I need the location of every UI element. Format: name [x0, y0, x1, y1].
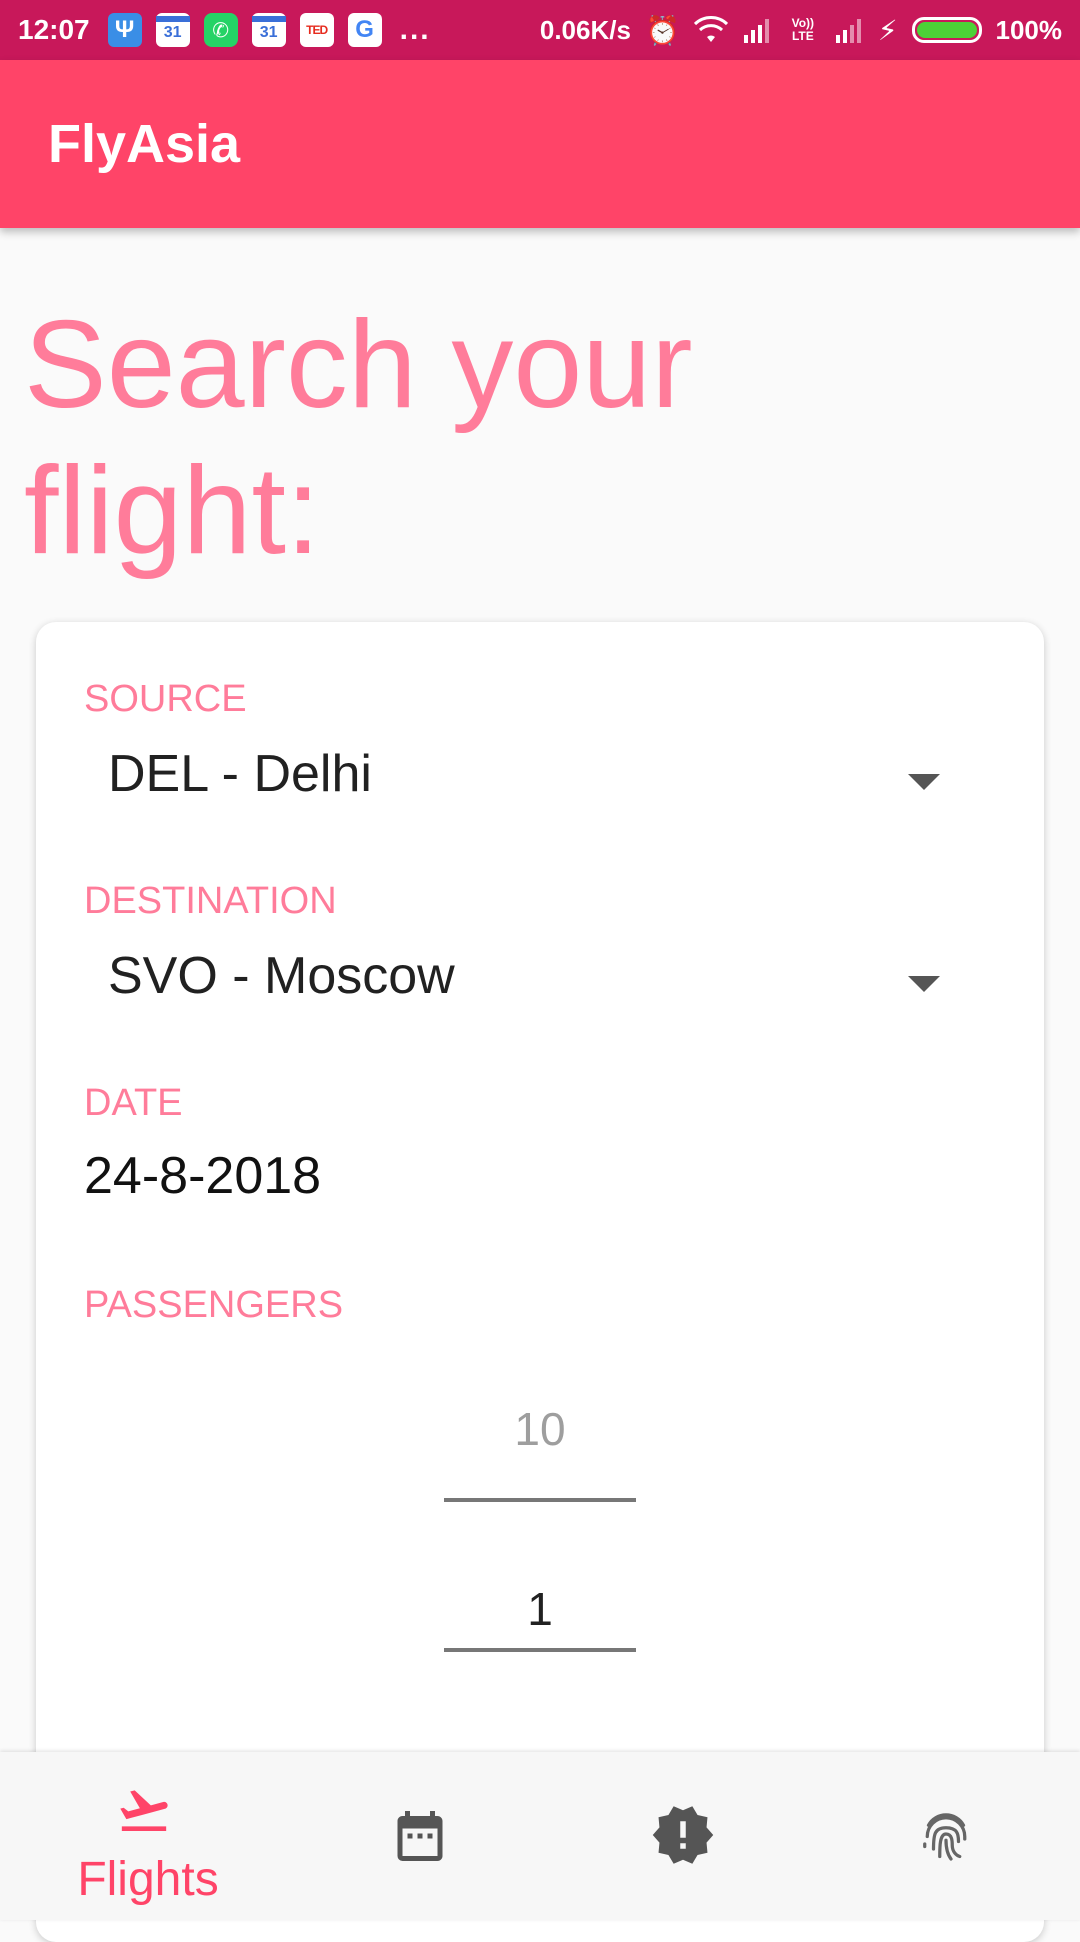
- nav-item-fingerprint[interactable]: [810, 1752, 1080, 1920]
- nav-item-alerts[interactable]: [545, 1752, 815, 1920]
- app-bar: FlyAsia: [0, 60, 1080, 228]
- calendar-notification-icon-2: 31: [251, 13, 286, 47]
- calendar-icon: [397, 1811, 443, 1861]
- nav-label-flights: Flights: [77, 1853, 219, 1906]
- nav-item-flights[interactable]: Flights: [4, 1752, 274, 1920]
- alert-badge-icon: [652, 1806, 714, 1864]
- nav-item-calendar[interactable]: [285, 1752, 555, 1920]
- calendar-day-2: 31: [251, 16, 286, 44]
- status-bar: 12:07 Ψ 31 ✆ 31 TED G ... 0.06K/s ⏰ Vo))…: [0, 0, 1080, 60]
- chevron-down-icon: [908, 976, 940, 992]
- signal-icon: [743, 19, 769, 43]
- wifi-icon: [693, 16, 728, 42]
- picker-previous-value[interactable]: 10: [36, 1402, 1044, 1456]
- google-icon: G: [347, 13, 382, 47]
- volte-icon: Vo)) LTE: [791, 16, 815, 43]
- status-right: 0.06K/s ⏰ Vo)) LTE ⚡ 100%: [540, 14, 1062, 47]
- date-field[interactable]: 24-8-2018: [84, 1146, 321, 1206]
- picker-current-value[interactable]: 1: [36, 1582, 1044, 1636]
- flight-takeoff-icon: [120, 1790, 168, 1831]
- picker-divider-top: [444, 1498, 636, 1502]
- usb-icon: Ψ: [107, 13, 142, 47]
- charging-icon: ⚡: [877, 14, 898, 46]
- chevron-down-icon: [908, 774, 940, 790]
- search-form-card: SOURCE DEL - Delhi DESTINATION SVO - Mos…: [36, 622, 1044, 1942]
- app-title: FlyAsia: [48, 114, 241, 174]
- status-time: 12:07: [18, 14, 90, 45]
- battery-icon: [911, 17, 982, 43]
- destination-select[interactable]: SVO - Moscow: [84, 946, 996, 1026]
- source-label: SOURCE: [84, 678, 247, 720]
- alarm-icon: ⏰: [644, 14, 680, 46]
- calendar-notification-icon: 31: [155, 13, 190, 47]
- picker-divider-bottom: [444, 1648, 636, 1652]
- source-value: DEL - Delhi: [108, 745, 372, 803]
- date-label: DATE: [84, 1082, 183, 1124]
- passengers-label: PASSENGERS: [84, 1284, 344, 1326]
- battery-percent: 100%: [995, 14, 1063, 45]
- fingerprint-icon: [923, 1813, 967, 1861]
- more-notifications-icon: ...: [399, 13, 431, 46]
- calendar-day: 31: [155, 16, 190, 44]
- source-select[interactable]: DEL - Delhi: [84, 744, 996, 824]
- bottom-navigation: Flights: [0, 1752, 1080, 1920]
- ted-icon: TED: [299, 13, 334, 47]
- destination-value: SVO - Moscow: [108, 947, 455, 1005]
- page-heading: Search your flight:: [24, 296, 693, 580]
- destination-label: DESTINATION: [84, 880, 337, 922]
- network-speed: 0.06K/s: [539, 14, 631, 45]
- signal-icon-2: [835, 19, 861, 43]
- whatsapp-icon: ✆: [203, 13, 238, 47]
